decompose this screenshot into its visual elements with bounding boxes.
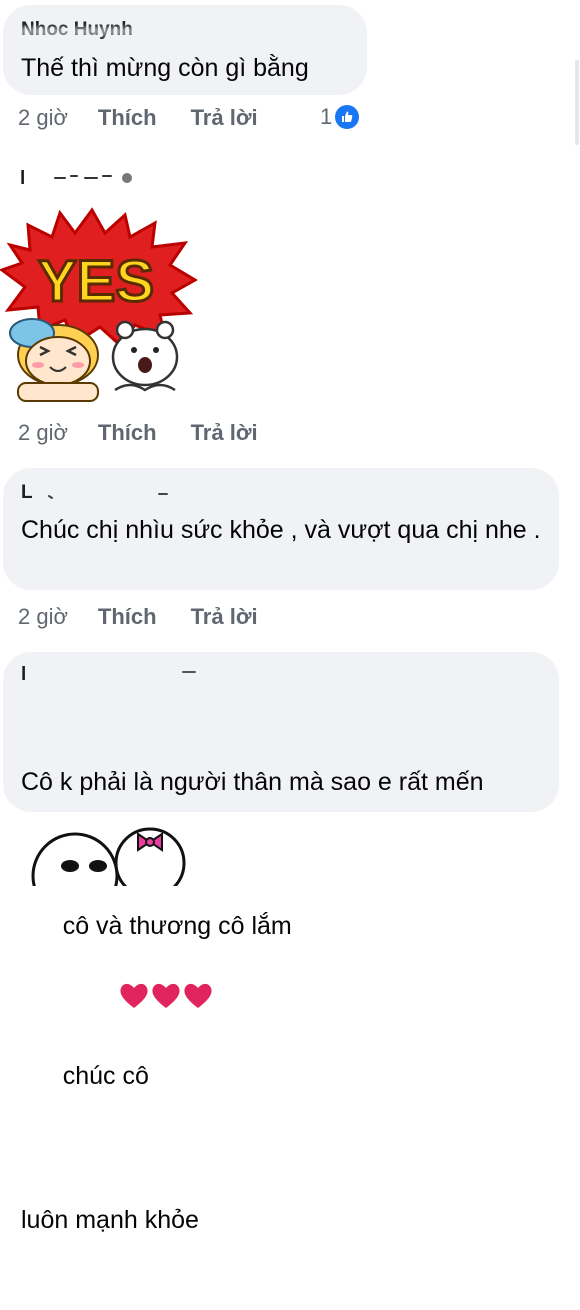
heart-emoji [120, 983, 148, 1008]
comment-text-4-line2-start: cô và thương cô lắm [62, 912, 292, 940]
reply-button-3[interactable]: Trả lời [191, 604, 258, 630]
comment-bubble-1: Nhoc Huynh Thế thì mừng còn gì bằng [3, 5, 367, 95]
sticker-caption: YES [38, 249, 154, 314]
heart-emoji-group [63, 944, 215, 1058]
like-button-3[interactable]: Thích [98, 604, 157, 630]
heart-emoji [184, 983, 212, 1008]
comment-author-3[interactable]: L [21, 482, 33, 504]
reaction-count: 1 [320, 104, 333, 129]
sticker-partial[interactable] [20, 818, 190, 886]
comment-author-2[interactable]: l [20, 168, 25, 190]
yes-sticker[interactable]: YES [0, 205, 200, 405]
reply-button-1[interactable]: Trả lời [191, 105, 258, 131]
comment-bubble-4: l Cô k phải là người thân mà sao e rất m… [3, 652, 559, 1234]
comment-time-2[interactable]: 2 giờ [18, 420, 68, 446]
scrollbar-thumb[interactable] [575, 60, 579, 145]
comment-text-4-line1: Cô k phải là người thân mà sao e rất mến [21, 768, 484, 796]
reaction-summary-1[interactable]: 1 [320, 104, 360, 130]
author-redaction [182, 671, 196, 673]
author-redaction [19, 27, 169, 36]
like-reaction-icon [335, 105, 360, 129]
heart-emoji [152, 983, 180, 1008]
like-button-2[interactable]: Thích [98, 420, 157, 446]
comment-actions-3: 2 giờ Thích Trả lời [18, 604, 258, 630]
comment-bubble-3: L Chúc chị nhìu sức khỏe , và vượt qua c… [3, 468, 559, 590]
comment-time-1[interactable]: 2 giờ [18, 105, 68, 131]
like-button-1[interactable]: Thích [98, 105, 157, 131]
comment-text-4-line3: luôn mạnh khỏe [21, 1206, 199, 1234]
comment-author-4[interactable]: l [21, 664, 26, 686]
reply-button-2[interactable]: Trả lời [191, 420, 258, 446]
comment-actions-1: 2 giờ Thích Trả lời [18, 105, 258, 131]
comment-text-1: Thế thì mừng còn gì bằng [21, 54, 309, 82]
author-redaction [54, 173, 132, 183]
comment-text-4-line2-end: chúc cô [62, 1062, 149, 1090]
comment-text-4: Cô k phải là người thân mà sao e rất mến… [21, 692, 561, 1310]
scrollbar[interactable] [572, 0, 580, 170]
comment-text-4-line2: cô và thương cô lắm chúc cô [21, 872, 561, 1130]
comment-actions-2: 2 giờ Thích Trả lời [18, 420, 258, 446]
comment-time-3[interactable]: 2 giờ [18, 604, 68, 630]
comment-text-3: Chúc chị nhìu sức khỏe , và vượt qua chị… [21, 516, 541, 544]
author-redaction [48, 493, 168, 499]
